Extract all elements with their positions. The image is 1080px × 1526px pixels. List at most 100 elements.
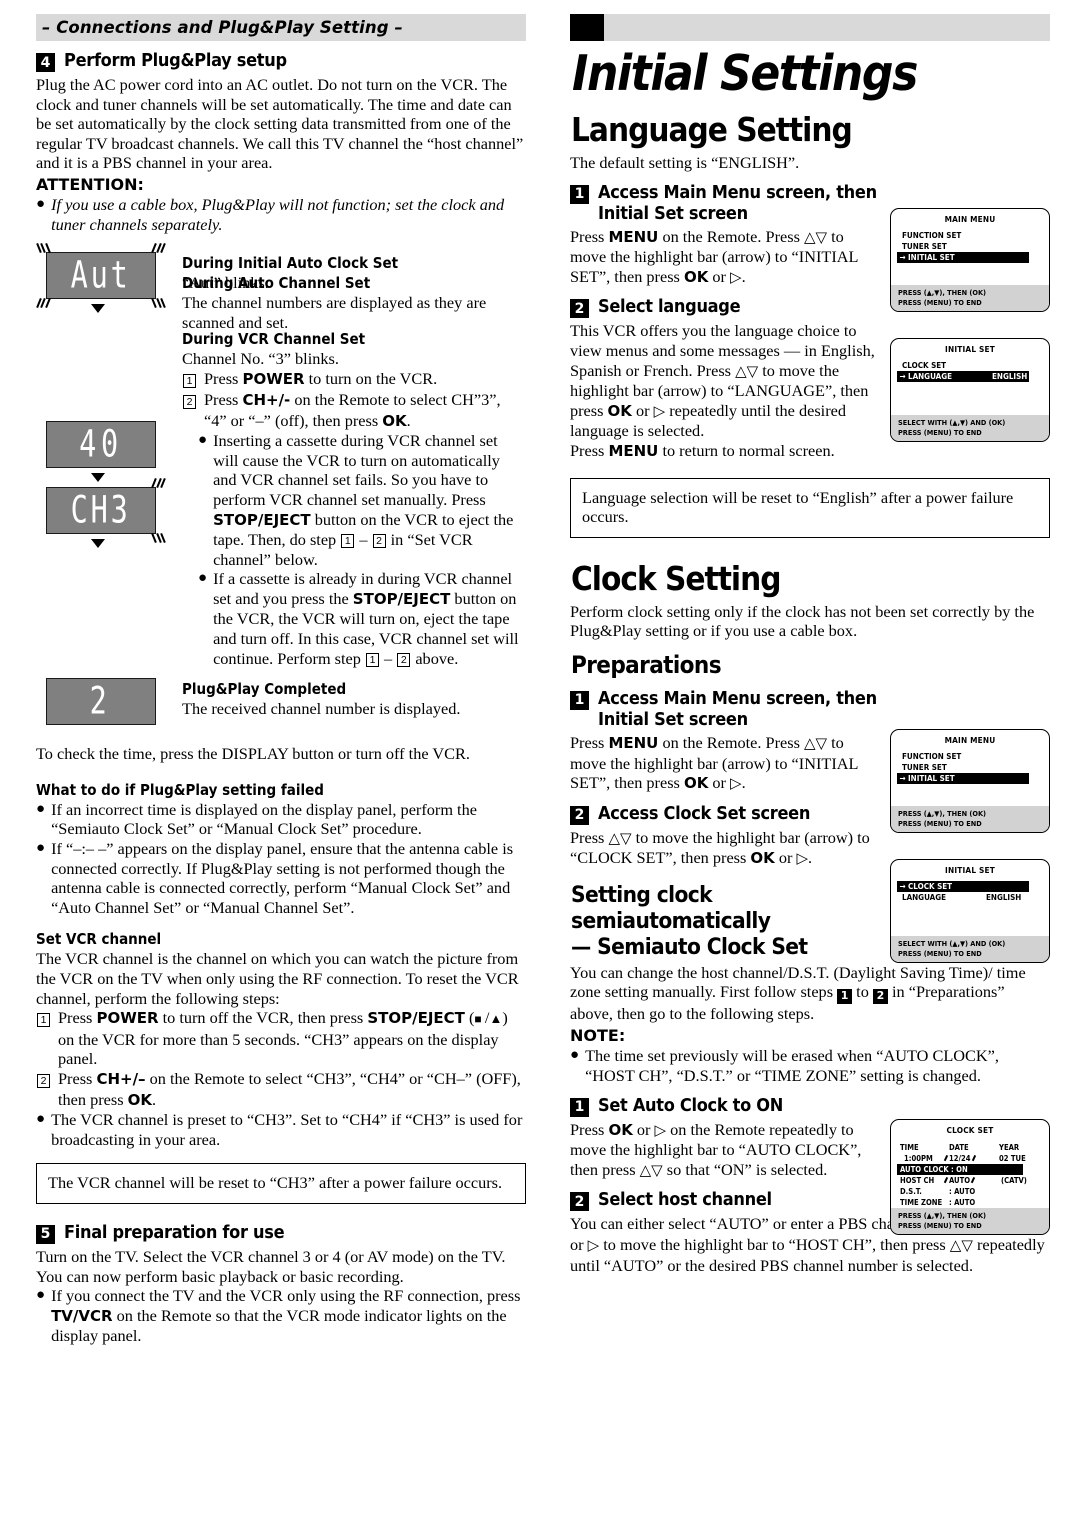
bullet-dot-icon: ● bbox=[36, 1111, 46, 1128]
step-4-heading: 4 Perform Plug&Play setup bbox=[36, 50, 526, 72]
tv-menu-item[interactable]: FUNCTION SET bbox=[891, 751, 1049, 762]
semiauto-body: You can change the host channel/D.S.T. (… bbox=[570, 962, 1026, 1023]
tv-menu-footer-line2: PRESS (MENU) TO END bbox=[898, 818, 982, 828]
language-step-2-number: 2 bbox=[570, 299, 589, 319]
step-5-body: Turn on the TV. Select the VCR channel 3… bbox=[36, 1246, 506, 1286]
step-5-bullet-text: If you connect the TV and the VCR only u… bbox=[51, 1286, 521, 1346]
right-column: Initial Settings Language Setting The de… bbox=[570, 0, 1050, 1275]
semiauto-step-2-heading: 2 Select host channel bbox=[570, 1189, 888, 1212]
lcd-heading-2: During Auto Channel Set bbox=[182, 274, 371, 293]
tv-menu-footer-line1: PRESS (▲,▼), THEN (OK) bbox=[898, 809, 987, 818]
semiauto-step-1-number: 1 bbox=[570, 1097, 589, 1117]
tv-menu-title: INITIAL SET bbox=[945, 865, 995, 875]
semiauto-step-1-heading: 1 Set Auto Clock to ON bbox=[570, 1095, 888, 1117]
lcd-body-3: Channel No. “3” blinks. bbox=[182, 349, 339, 369]
down-arrow-icon bbox=[91, 304, 105, 314]
clock-step-1-body: Press MENU on the Remote. Press △▽ to mo… bbox=[570, 732, 858, 793]
tv-menu-item[interactable]: TUNER SET bbox=[891, 762, 1049, 773]
tv-menu-item-selected[interactable]: → LANGUAGE ENGLISH bbox=[897, 371, 1029, 382]
tv-menu-title: MAIN MENU bbox=[944, 214, 996, 224]
tv-menu-item[interactable]: CLOCK SET bbox=[891, 360, 1049, 371]
lcd-column-4: 2 bbox=[36, 678, 164, 726]
vfd-display-40-value: 40 bbox=[79, 422, 123, 466]
clock-set-host-ch-value: AUTO bbox=[949, 1176, 971, 1185]
right-arrow-icon: → bbox=[899, 253, 906, 262]
set-vcr-heading: Set VCR channel bbox=[36, 930, 162, 949]
tv-menu-footer-line1: PRESS (▲,▼), THEN (OK) bbox=[898, 1211, 987, 1220]
failed-bullet-1: ● If an incorrect time is displayed on t… bbox=[36, 800, 526, 839]
clock-set-dst-row[interactable]: D.S.T. : AUTO bbox=[891, 1186, 1049, 1197]
tv-menu-item-selected[interactable]: → CLOCK SET bbox=[897, 881, 1029, 892]
tv-menu-body: CLOCK SET → LANGUAGE ENGLISH bbox=[891, 357, 1049, 415]
tv-menu-item-selected[interactable]: → INITIAL SET bbox=[897, 773, 1029, 784]
bullet-dot-icon: ● bbox=[36, 800, 46, 817]
tv-menu-footer: SELECT WITH (▲,▼) AND (OK) PRESS (MENU) … bbox=[891, 936, 1049, 963]
tv-menu-footer: SELECT WITH (▲,▼) AND (OK) PRESS (MENU) … bbox=[891, 415, 1049, 442]
set-vcr-step-1: 1 Press POWER to turn off the VCR, then … bbox=[36, 1008, 526, 1069]
tv-menu-body: → CLOCK SET LANGUAGE ENGLISH bbox=[891, 878, 1049, 936]
left-column: – Connections and Plug&Play Setting – 4 … bbox=[36, 0, 526, 1346]
set-vcr-step-1-text: Press POWER to turn off the VCR, then pr… bbox=[58, 1008, 508, 1069]
tv-menu-footer-line1: PRESS (▲,▼), THEN (OK) bbox=[898, 288, 987, 297]
tv-menu-item[interactable]: LANGUAGE ENGLISH bbox=[891, 892, 1049, 903]
clock-set-timezone-label: TIME ZONE bbox=[900, 1198, 943, 1207]
language-step-2-title: Select language bbox=[598, 296, 741, 318]
vcr-bullet-1: ● Inserting a cassette during VCR channe… bbox=[198, 431, 526, 569]
lcd-text-3: During VCR Channel Set Channel No. “3” b… bbox=[182, 330, 526, 668]
attention-heading: ATTENTION: bbox=[36, 174, 144, 194]
clock-set-dst-value: : AUTO bbox=[949, 1187, 976, 1196]
vcr-bullet-2: ● If a cassette is already in during VCR… bbox=[198, 569, 526, 668]
step-5-title: Final preparation for use bbox=[64, 1221, 285, 1243]
clock-set-timezone-row[interactable]: TIME ZONE : AUTO bbox=[891, 1197, 1049, 1208]
banner-black-block bbox=[570, 14, 604, 41]
step-4-number: 4 bbox=[36, 53, 55, 72]
language-step-1-heading: 1 Access Main Menu screen, then Initial … bbox=[570, 182, 880, 224]
set-vcr-body: The VCR channel is the channel on which … bbox=[36, 949, 519, 1008]
blink-tick-icon bbox=[151, 243, 166, 254]
step-box-number: 2 bbox=[37, 1074, 50, 1089]
lcd-column-1: Aut bbox=[36, 243, 166, 318]
language-step-1-block: 1 Access Main Menu screen, then Initial … bbox=[570, 182, 880, 462]
semiauto-steps-block: 1 Set Auto Clock to ON Press OK or ▷ on … bbox=[570, 1095, 888, 1212]
clock-set-date-value[interactable]: 12/24 bbox=[949, 1154, 971, 1163]
clock-set-auto-clock-label: AUTO CLOCK bbox=[900, 1165, 949, 1174]
bullet-dot-icon: ● bbox=[36, 840, 46, 857]
right-arrow-icon: → bbox=[899, 372, 906, 381]
clock-set-time-value[interactable]: 1:00PM bbox=[900, 1153, 949, 1164]
clock-set-host-ch-row[interactable]: HOST CH AUTO (CATV) bbox=[891, 1175, 1049, 1186]
clock-set-host-ch-label: HOST CH bbox=[900, 1176, 935, 1185]
step-box: 2 bbox=[36, 1072, 51, 1090]
step-box-number: 1 bbox=[183, 374, 196, 389]
language-step-2-heading: 2 Select language bbox=[570, 296, 880, 319]
clock-set-values-row: 1:00PM 12/24 02 TUE bbox=[891, 1153, 1049, 1164]
right-arrow-icon: → bbox=[899, 774, 906, 783]
step-box-number: 1 bbox=[37, 1013, 50, 1028]
check-time-text: To check the time, press the DISPLAY but… bbox=[36, 744, 470, 764]
tv-menu-footer-line2: PRESS (MENU) TO END bbox=[898, 427, 982, 437]
vfd-display-aut: Aut bbox=[36, 243, 166, 309]
clock-setting-title: Clock Setting bbox=[571, 558, 782, 598]
language-step-1-number: 1 bbox=[570, 184, 589, 204]
clock-set-auto-clock-row-selected[interactable]: AUTO CLOCK : ON bbox=[897, 1164, 1023, 1175]
bullet-dot-icon: ● bbox=[198, 570, 208, 587]
tv-menu-item-label: TUNER SET bbox=[902, 763, 947, 772]
clock-step-2-heading: 2 Access Clock Set screen bbox=[570, 803, 880, 825]
right-banner bbox=[570, 14, 1050, 41]
set-vcr-boxnote: The VCR channel will be reset to “CH3” a… bbox=[36, 1163, 526, 1204]
clock-set-column-headers: TIME DATE YEAR bbox=[891, 1142, 1049, 1153]
tv-menu-item[interactable]: FUNCTION SET bbox=[891, 230, 1049, 241]
lcd-body-2: The channel numbers are displayed as the… bbox=[182, 293, 487, 332]
language-step-1-body: Press MENU on the Remote. Press △▽ to mo… bbox=[570, 226, 858, 286]
tv-menu-item-selected[interactable]: → INITIAL SET bbox=[897, 252, 1029, 263]
down-arrow-icon bbox=[91, 473, 105, 482]
manual-page: – Connections and Plug&Play Setting – 4 … bbox=[0, 0, 1080, 1526]
tv-menu-clock-set: CLOCK SET TIME DATE YEAR 1:00PM 12/24 02… bbox=[890, 1119, 1050, 1236]
clock-set-year-value[interactable]: 02 TUE bbox=[999, 1153, 1026, 1164]
clock-step-1-title-l1: Access Main Menu screen, then bbox=[598, 687, 877, 709]
tv-menu-item[interactable]: TUNER SET bbox=[891, 241, 1049, 252]
tv-menu-main-menu-1: MAIN MENU FUNCTION SET TUNER SET → INITIA… bbox=[890, 208, 1050, 313]
vcr-step-1-text: Press POWER to turn on the VCR. bbox=[204, 368, 438, 388]
language-setting-title: Language Setting bbox=[571, 110, 853, 149]
tv-menu-item-label: INITIAL SET bbox=[908, 774, 955, 783]
vcr-bullet-1-text: Inserting a cassette during VCR channel … bbox=[213, 431, 514, 569]
